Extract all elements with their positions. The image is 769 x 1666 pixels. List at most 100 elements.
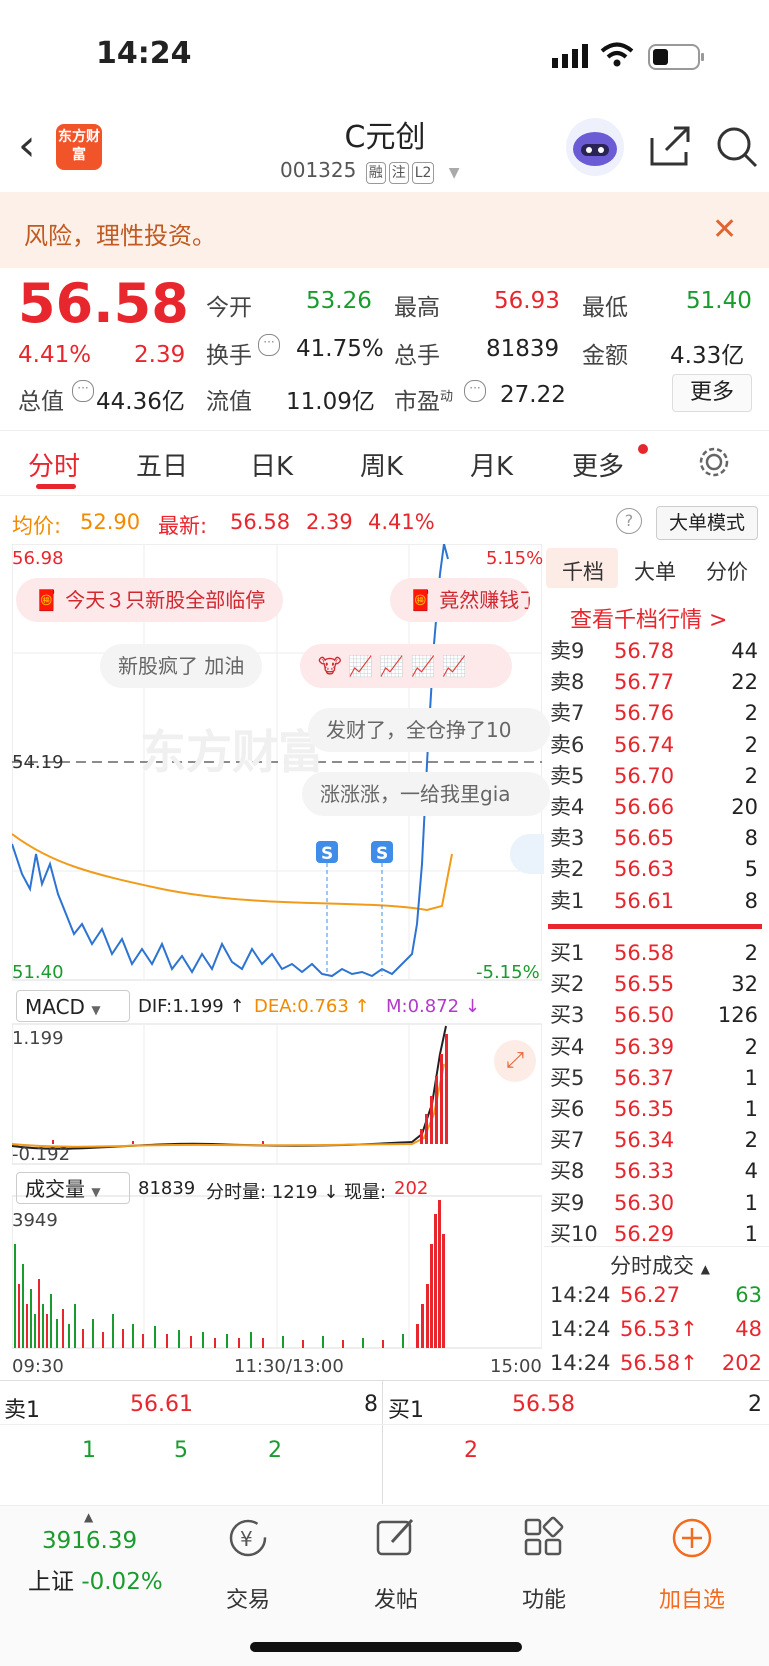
more-button[interactable]: 更多 <box>672 374 752 412</box>
emoji-bubble[interactable]: 🐮 📈 📈 📈 📈 <box>300 644 512 688</box>
tab-weekly-k[interactable]: 周K <box>360 446 403 483</box>
info-icon[interactable]: ··· <box>464 380 486 402</box>
tab-depth[interactable]: 千档 <box>562 556 604 586</box>
pe-sup: 动 <box>440 389 454 405</box>
tab-big-orders[interactable]: 大单 <box>634 556 676 586</box>
comment-bubble[interactable]: 涨涨涨，一给我里gia <box>302 772 550 816</box>
sell-row[interactable]: 卖8 56.77 22 <box>550 667 762 698</box>
macd-bottom: -0.192 <box>12 1144 71 1165</box>
nav-functions[interactable]: 功能 <box>494 1582 594 1614</box>
x-axis-mid: 11:30/13:00 <box>234 1356 344 1377</box>
sell-row[interactable]: 卖7 56.76 2 <box>550 698 762 729</box>
summary-sell1-vol: 8 <box>364 1392 378 1417</box>
sell-row[interactable]: 卖9 56.78 44 <box>550 636 762 667</box>
ticks-title[interactable]: 分时成交 ▲ <box>610 1250 710 1280</box>
buy-row[interactable]: 买4 56.39 2 <box>550 1032 762 1063</box>
stock-code: 001325 <box>280 158 357 182</box>
buy-row[interactable]: 买7 56.34 2 <box>550 1125 762 1156</box>
nav-add-watchlist[interactable]: 加自选 <box>642 1582 742 1614</box>
buy-row[interactable]: 买1 56.58 2 <box>550 938 762 969</box>
pe-label: 市盈动 <box>394 389 454 415</box>
index-value[interactable]: 3916.39 <box>42 1528 137 1554</box>
sell-level-volume: 2 <box>744 701 758 726</box>
buy-row[interactable]: 买6 56.35 1 <box>550 1094 762 1125</box>
tab-price-dist[interactable]: 分价 <box>706 556 748 586</box>
banner-text: 风险，理性投资。 <box>24 222 216 250</box>
buy-level-volume: 1 <box>744 1190 758 1215</box>
buy-level-label: 买4 <box>550 1034 585 1059</box>
sell-level-price: 56.65 <box>614 826 675 851</box>
index-row[interactable]: 上证 -0.02% <box>28 1562 163 1596</box>
tick-time: 14:24 <box>550 1351 611 1375</box>
sell-level-volume: 20 <box>731 795 758 819</box>
share-icon[interactable] <box>648 124 692 172</box>
tab-more[interactable]: 更多 <box>572 446 624 483</box>
stock-title: C元创 <box>344 120 426 155</box>
sell-level-label: 卖2 <box>550 857 585 882</box>
buy-level-price: 56.37 <box>614 1065 675 1090</box>
robot-avatar-icon[interactable] <box>566 118 624 176</box>
gear-icon[interactable] <box>698 446 730 482</box>
comment-bubble[interactable]: 新股疯了 加油 <box>100 644 263 688</box>
buy-row[interactable]: 买3 56.50 126 <box>550 1000 762 1031</box>
sell-level-volume: 44 <box>731 639 758 663</box>
buy-row[interactable]: 买5 56.37 1 <box>550 1063 762 1094</box>
nav-post[interactable]: 发帖 <box>346 1582 446 1614</box>
tab-intraday[interactable]: 分时 <box>28 446 80 483</box>
app-logo: 东方财富 <box>56 124 102 170</box>
chevron-down-icon[interactable]: ▼ <box>449 165 460 181</box>
tab-five-day[interactable]: 五日 <box>136 446 188 483</box>
comment-bubble[interactable]: 🧧 竟然赚钱了 <box>390 578 530 622</box>
indicator-select[interactable]: MACD ▼ <box>16 990 130 1022</box>
latest-label: 最新: <box>158 514 208 538</box>
pe-value: 27.22 <box>500 382 566 408</box>
help-icon[interactable]: ? <box>616 508 642 534</box>
sell-row[interactable]: 卖5 56.70 2 <box>550 761 762 792</box>
svg-text:S: S <box>321 844 333 864</box>
sell-row[interactable]: 卖3 56.65 8 <box>550 823 762 854</box>
macd-dea: DEA:0.763 ↑ <box>254 996 370 1017</box>
x-axis-end: 15:00 <box>490 1356 542 1377</box>
apps-icon[interactable] <box>494 1516 594 1569</box>
tab-daily-k[interactable]: 日K <box>250 446 293 483</box>
big-order-mode-button[interactable]: 大单模式 <box>656 506 758 540</box>
mascot-icon[interactable] <box>510 834 544 874</box>
trade-icon[interactable]: ¥ <box>198 1516 298 1569</box>
tab-monthly-k[interactable]: 月K <box>470 446 513 483</box>
volume-select[interactable]: 成交量 ▼ <box>16 1172 130 1204</box>
sell-row[interactable]: 卖1 56.61 8 <box>550 886 762 917</box>
avg-label: 均价: <box>12 514 62 538</box>
close-icon[interactable]: ✕ <box>712 212 737 247</box>
buy-level-volume: 2 <box>744 1128 758 1153</box>
info-icon[interactable]: ··· <box>258 334 280 356</box>
open-value: 53.26 <box>306 288 372 314</box>
view-depth-link[interactable]: 查看千档行情 > <box>570 602 727 634</box>
buy-row[interactable]: 买2 56.55 32 <box>550 969 762 1000</box>
info-icon[interactable]: ··· <box>72 380 94 402</box>
search-icon[interactable] <box>714 124 760 174</box>
battery-icon <box>648 44 706 74</box>
comment-bubble[interactable]: 发财了，全仓挣了10 <box>308 708 550 752</box>
buy-level-label: 买2 <box>550 972 585 997</box>
add-watchlist-icon[interactable] <box>642 1516 742 1569</box>
svg-text:¥: ¥ <box>240 1527 253 1551</box>
home-indicator <box>250 1642 522 1652</box>
buy-row[interactable]: 买8 56.33 4 <box>550 1156 762 1187</box>
comment-bubble[interactable]: 🧧 今天３只新股全部临停 <box>16 578 284 622</box>
volume-now: 202 <box>394 1178 429 1199</box>
summary-buy1-vol: 2 <box>748 1392 762 1417</box>
change-amount: 2.39 <box>134 342 186 368</box>
macd-top: 1.199 <box>12 1028 64 1049</box>
svg-text:S: S <box>376 844 388 864</box>
sell-row[interactable]: 卖6 56.74 2 <box>550 730 762 761</box>
expand-icon[interactable]: ⤢ <box>494 1040 536 1082</box>
post-icon[interactable] <box>346 1516 446 1569</box>
buy-row[interactable]: 买9 56.30 1 <box>550 1188 762 1219</box>
sell-row[interactable]: 卖4 56.66 20 <box>550 792 762 823</box>
nav-trade[interactable]: 交易 <box>198 1582 298 1614</box>
tick-price: 56.27 <box>620 1283 681 1307</box>
buy-level-label: 买9 <box>550 1190 585 1215</box>
back-button[interactable]: ‹ <box>18 124 36 168</box>
sell-row[interactable]: 卖2 56.63 5 <box>550 854 762 885</box>
volume-per-minute: 分时量: 1219 ↓ <box>206 1182 339 1203</box>
